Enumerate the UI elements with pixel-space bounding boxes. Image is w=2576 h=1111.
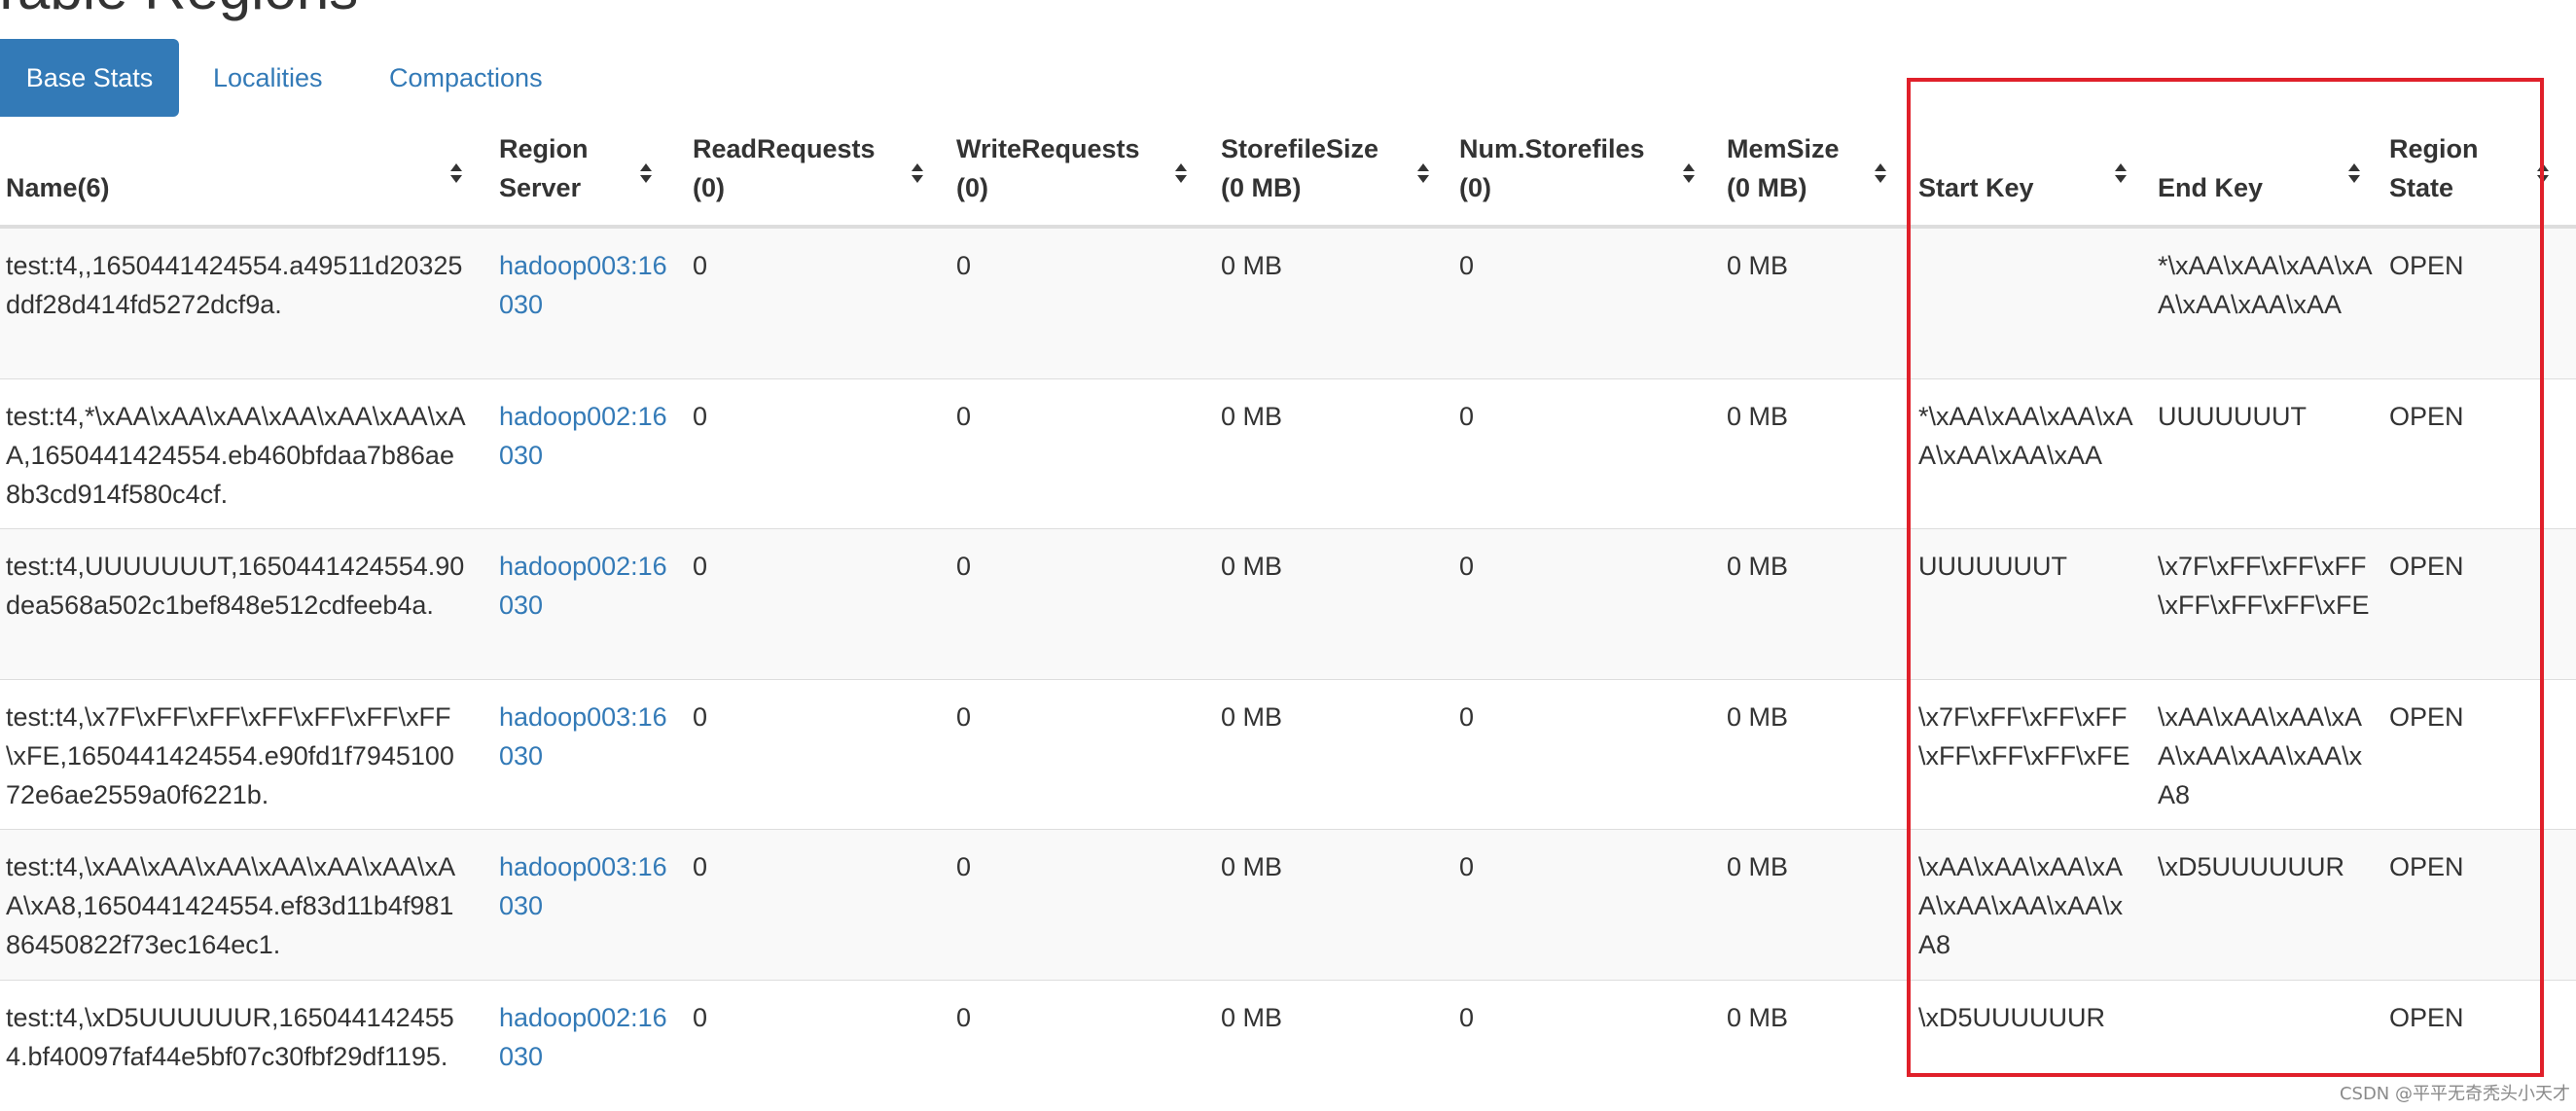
region-server-link[interactable]: hadoop003:16030 xyxy=(499,847,669,925)
region-name: test:t4,\x7F\xFF\xFF\xFF\xFF\xFF\xFF\xFE… xyxy=(6,701,454,809)
start-key: UUUUUUUT xyxy=(1918,552,2067,581)
column-header-region-state[interactable]: Region State xyxy=(2389,129,2555,207)
sort-icon[interactable] xyxy=(910,161,925,187)
memsize: 0 MB xyxy=(1727,401,1789,431)
num-storefiles: 0 xyxy=(1459,552,1475,581)
column-header-storefile-size[interactable]: StorefileSize (0 MB) xyxy=(1221,129,1445,207)
num-storefiles: 0 xyxy=(1459,251,1475,280)
memsize: 0 MB xyxy=(1727,552,1789,581)
write-requests: 0 xyxy=(956,251,972,280)
sort-icon[interactable] xyxy=(2113,161,2129,187)
region-name: test:t4,,1650441424554.a49511d20325ddf28… xyxy=(6,251,463,319)
column-header-name[interactable]: Name(6) xyxy=(6,168,467,207)
table-row: test:t4,UUUUUUUT,1650441424554.90dea568a… xyxy=(0,528,2576,679)
read-requests: 0 xyxy=(693,251,708,280)
num-storefiles: 0 xyxy=(1459,401,1475,431)
column-header-num-storefiles[interactable]: Num.Storefiles (0) xyxy=(1459,129,1702,207)
write-requests: 0 xyxy=(956,552,972,581)
region-server-link[interactable]: hadoop002:16030 xyxy=(499,998,669,1076)
column-header-write-requests[interactable]: WriteRequests (0) xyxy=(956,129,1199,207)
tab-localities[interactable]: Localities xyxy=(213,39,323,117)
memsize: 0 MB xyxy=(1727,1002,1789,1032)
sort-icon[interactable] xyxy=(1173,161,1189,187)
column-header-read-requests[interactable]: ReadRequests (0) xyxy=(693,129,936,207)
sort-icon[interactable] xyxy=(448,161,464,187)
memsize: 0 MB xyxy=(1727,852,1789,881)
end-key: UUUUUUUT xyxy=(2158,401,2307,431)
watermark: CSDN @平平无奇秃头小天才 xyxy=(2339,1084,2570,1104)
table-row: test:t4,\x7F\xFF\xFF\xFF\xFF\xFF\xFF\xFE… xyxy=(0,678,2576,830)
table-header: Name(6) Region Server ReadRequests (0) Wri… xyxy=(0,126,2576,228)
tab-base-stats[interactable]: Base Stats xyxy=(0,39,179,117)
storefile-size: 0 MB xyxy=(1221,251,1283,280)
read-requests: 0 xyxy=(693,852,708,881)
region-server-link[interactable]: hadoop003:16030 xyxy=(499,246,669,324)
region-name: test:t4,UUUUUUUT,1650441424554.90dea568a… xyxy=(6,552,465,620)
storefile-size: 0 MB xyxy=(1221,852,1283,881)
table-row: test:t4,\xD5UUUUUUR,1650441424554.bf4009… xyxy=(0,979,2576,1111)
region-state: OPEN xyxy=(2389,852,2464,881)
region-server-link[interactable]: hadoop003:16030 xyxy=(499,698,669,775)
region-server-link[interactable]: hadoop002:16030 xyxy=(499,547,669,625)
sort-icon[interactable] xyxy=(1415,161,1431,187)
read-requests: 0 xyxy=(693,401,708,431)
table-row: test:t4,,1650441424554.a49511d20325ddf28… xyxy=(0,228,2576,378)
region-state: OPEN xyxy=(2389,701,2464,732)
sort-icon[interactable] xyxy=(2346,161,2362,187)
num-storefiles: 0 xyxy=(1459,852,1475,881)
storefile-size: 0 MB xyxy=(1221,701,1283,732)
region-state: OPEN xyxy=(2389,552,2464,581)
region-name: test:t4,*\xAA\xAA\xAA\xAA\xAA\xAA\xAA,16… xyxy=(6,401,466,509)
read-requests: 0 xyxy=(693,1002,708,1032)
sort-icon[interactable] xyxy=(1873,161,1888,187)
end-key: *\xAA\xAA\xAA\xAA\xAA\xAA\xAA xyxy=(2158,251,2373,319)
memsize: 0 MB xyxy=(1727,251,1789,280)
read-requests: 0 xyxy=(693,552,708,581)
write-requests: 0 xyxy=(956,701,972,732)
end-key: \x7F\xFF\xFF\xFF\xFF\xFF\xFF\xFE xyxy=(2158,552,2370,620)
region-state: OPEN xyxy=(2389,251,2464,280)
region-state: OPEN xyxy=(2389,1002,2464,1032)
num-storefiles: 0 xyxy=(1459,701,1475,732)
region-name: test:t4,\xAA\xAA\xAA\xAA\xAA\xAA\xAA\xA8… xyxy=(6,852,456,959)
start-key: \x7F\xFF\xFF\xFF\xFF\xFF\xFF\xFE xyxy=(1918,701,2130,771)
storefile-size: 0 MB xyxy=(1221,401,1283,431)
end-key: \xAA\xAA\xAA\xAA\xAA\xAA\xAA\xA8 xyxy=(2158,701,2363,809)
page-title: Table Regions xyxy=(0,0,358,22)
num-storefiles: 0 xyxy=(1459,1002,1475,1032)
start-key: \xAA\xAA\xAA\xAA\xAA\xAA\xAA\xA8 xyxy=(1918,852,2124,959)
storefile-size: 0 MB xyxy=(1221,552,1283,581)
region-name: test:t4,\xD5UUUUUUR,1650441424554.bf4009… xyxy=(6,1002,454,1071)
column-header-end-key[interactable]: End Key xyxy=(2158,168,2374,207)
memsize: 0 MB xyxy=(1727,701,1789,732)
start-key: \xD5UUUUUUR xyxy=(1918,1002,2106,1032)
table-row: test:t4,\xAA\xAA\xAA\xAA\xAA\xAA\xAA\xA8… xyxy=(0,829,2576,980)
read-requests: 0 xyxy=(693,701,708,732)
table-row: test:t4,*\xAA\xAA\xAA\xAA\xAA\xAA\xAA,16… xyxy=(0,377,2576,529)
sort-icon[interactable] xyxy=(638,161,654,187)
sort-icon[interactable] xyxy=(2535,161,2551,187)
end-key: \xD5UUUUUUR xyxy=(2158,852,2345,881)
region-state: OPEN xyxy=(2389,401,2464,431)
storefile-size: 0 MB xyxy=(1221,1002,1283,1032)
sort-icon[interactable] xyxy=(1681,161,1697,187)
table-regions-page: Table Regions Base Stats Localities Comp… xyxy=(0,0,2576,1111)
tab-compactions[interactable]: Compactions xyxy=(389,39,543,117)
write-requests: 0 xyxy=(956,852,972,881)
region-server-link[interactable]: hadoop002:16030 xyxy=(499,397,669,475)
column-header-start-key[interactable]: Start Key xyxy=(1918,168,2134,207)
write-requests: 0 xyxy=(956,1002,972,1032)
write-requests: 0 xyxy=(956,401,972,431)
start-key: *\xAA\xAA\xAA\xAA\xAA\xAA\xAA xyxy=(1918,401,2133,470)
